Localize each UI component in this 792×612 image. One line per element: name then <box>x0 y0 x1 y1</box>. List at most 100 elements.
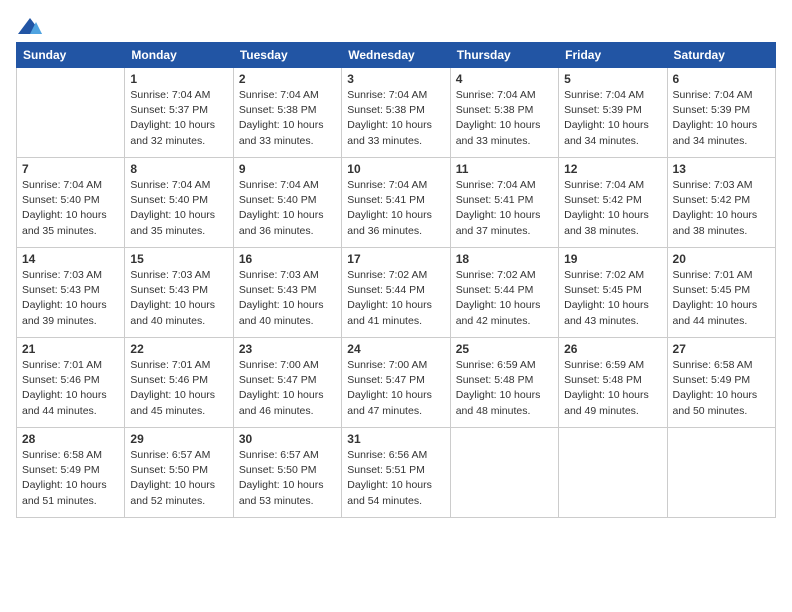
day-info: Sunrise: 7:00 AMSunset: 5:47 PMDaylight:… <box>239 358 336 419</box>
calendar-cell: 16 Sunrise: 7:03 AMSunset: 5:43 PMDayligh… <box>233 248 341 338</box>
day-info: Sunrise: 7:01 AMSunset: 5:46 PMDaylight:… <box>22 358 119 419</box>
day-number: 7 <box>22 162 119 176</box>
calendar-cell: 18 Sunrise: 7:02 AMSunset: 5:44 PMDayligh… <box>450 248 558 338</box>
weekday-header: Monday <box>125 43 233 68</box>
calendar-cell <box>17 68 125 158</box>
day-number: 20 <box>673 252 770 266</box>
calendar-cell: 7 Sunrise: 7:04 AMSunset: 5:40 PMDaylight… <box>17 158 125 248</box>
day-number: 13 <box>673 162 770 176</box>
day-number: 8 <box>130 162 227 176</box>
calendar-cell: 21 Sunrise: 7:01 AMSunset: 5:46 PMDayligh… <box>17 338 125 428</box>
calendar-cell: 25 Sunrise: 6:59 AMSunset: 5:48 PMDayligh… <box>450 338 558 428</box>
day-number: 5 <box>564 72 661 86</box>
calendar-cell: 23 Sunrise: 7:00 AMSunset: 5:47 PMDayligh… <box>233 338 341 428</box>
day-number: 23 <box>239 342 336 356</box>
calendar-cell: 3Sunrise: 7:04 AMSunset: 5:38 PMDaylight… <box>342 68 450 158</box>
day-number: 10 <box>347 162 444 176</box>
day-number: 9 <box>239 162 336 176</box>
calendar-cell <box>450 428 558 518</box>
logo-icon <box>16 16 44 38</box>
day-info: Sunrise: 7:04 AMSunset: 5:42 PMDaylight:… <box>564 178 661 239</box>
calendar-cell: 20 Sunrise: 7:01 AMSunset: 5:45 PMDayligh… <box>667 248 775 338</box>
day-info: Sunrise: 7:01 AMSunset: 5:46 PMDaylight:… <box>130 358 227 419</box>
day-number: 16 <box>239 252 336 266</box>
calendar-cell: 17Sunrise: 7:02 AMSunset: 5:44 PMDayligh… <box>342 248 450 338</box>
calendar-cell: 15 Sunrise: 7:03 AMSunset: 5:43 PMDayligh… <box>125 248 233 338</box>
day-info: Sunrise: 7:04 AMSunset: 5:41 PMDaylight:… <box>347 178 444 239</box>
day-number: 4 <box>456 72 553 86</box>
day-number: 6 <box>673 72 770 86</box>
day-number: 28 <box>22 432 119 446</box>
day-number: 19 <box>564 252 661 266</box>
weekday-header-row: SundayMondayTuesdayWednesdayThursdayFrid… <box>17 43 776 68</box>
calendar-week-row: 14 Sunrise: 7:03 AMSunset: 5:43 PMDayligh… <box>17 248 776 338</box>
day-number: 1 <box>130 72 227 86</box>
calendar-cell: 12 Sunrise: 7:04 AMSunset: 5:42 PMDayligh… <box>559 158 667 248</box>
weekday-header: Thursday <box>450 43 558 68</box>
day-number: 30 <box>239 432 336 446</box>
calendar-cell: 2Sunrise: 7:04 AMSunset: 5:38 PMDaylight… <box>233 68 341 158</box>
day-info: Sunrise: 7:01 AMSunset: 5:45 PMDaylight:… <box>673 268 770 329</box>
logo <box>16 16 48 38</box>
day-info: Sunrise: 7:04 AMSunset: 5:37 PMDaylight:… <box>130 88 227 149</box>
day-info: Sunrise: 7:04 AMSunset: 5:40 PMDaylight:… <box>130 178 227 239</box>
day-info: Sunrise: 6:56 AMSunset: 5:51 PMDaylight:… <box>347 448 444 509</box>
weekday-header: Saturday <box>667 43 775 68</box>
calendar-cell: 13 Sunrise: 7:03 AMSunset: 5:42 PMDayligh… <box>667 158 775 248</box>
day-info: Sunrise: 6:57 AMSunset: 5:50 PMDaylight:… <box>130 448 227 509</box>
day-number: 15 <box>130 252 227 266</box>
day-number: 31 <box>347 432 444 446</box>
day-info: Sunrise: 7:04 AMSunset: 5:38 PMDaylight:… <box>239 88 336 149</box>
day-number: 27 <box>673 342 770 356</box>
calendar-cell: 9 Sunrise: 7:04 AMSunset: 5:40 PMDaylight… <box>233 158 341 248</box>
day-info: Sunrise: 7:04 AMSunset: 5:39 PMDaylight:… <box>564 88 661 149</box>
calendar-week-row: 1 Sunrise: 7:04 AMSunset: 5:37 PMDaylight… <box>17 68 776 158</box>
calendar-cell: 4Sunrise: 7:04 AMSunset: 5:38 PMDaylight… <box>450 68 558 158</box>
calendar-cell: 5 Sunrise: 7:04 AMSunset: 5:39 PMDaylight… <box>559 68 667 158</box>
calendar-cell: 11Sunrise: 7:04 AMSunset: 5:41 PMDayligh… <box>450 158 558 248</box>
calendar-cell: 14 Sunrise: 7:03 AMSunset: 5:43 PMDayligh… <box>17 248 125 338</box>
day-info: Sunrise: 6:59 AMSunset: 5:48 PMDaylight:… <box>456 358 553 419</box>
weekday-header: Tuesday <box>233 43 341 68</box>
day-number: 29 <box>130 432 227 446</box>
day-info: Sunrise: 7:02 AMSunset: 5:45 PMDaylight:… <box>564 268 661 329</box>
calendar-week-row: 21 Sunrise: 7:01 AMSunset: 5:46 PMDayligh… <box>17 338 776 428</box>
day-info: Sunrise: 7:04 AMSunset: 5:41 PMDaylight:… <box>456 178 553 239</box>
calendar-cell: 28 Sunrise: 6:58 AMSunset: 5:49 PMDayligh… <box>17 428 125 518</box>
calendar-cell: 19 Sunrise: 7:02 AMSunset: 5:45 PMDayligh… <box>559 248 667 338</box>
calendar-cell: 31 Sunrise: 6:56 AMSunset: 5:51 PMDayligh… <box>342 428 450 518</box>
day-info: Sunrise: 7:03 AMSunset: 5:43 PMDaylight:… <box>239 268 336 329</box>
day-number: 21 <box>22 342 119 356</box>
calendar-cell: 30Sunrise: 6:57 AMSunset: 5:50 PMDayligh… <box>233 428 341 518</box>
calendar-cell: 26 Sunrise: 6:59 AMSunset: 5:48 PMDayligh… <box>559 338 667 428</box>
calendar-cell: 22Sunrise: 7:01 AMSunset: 5:46 PMDayligh… <box>125 338 233 428</box>
calendar-table: SundayMondayTuesdayWednesdayThursdayFrid… <box>16 42 776 518</box>
day-number: 25 <box>456 342 553 356</box>
day-info: Sunrise: 7:03 AMSunset: 5:42 PMDaylight:… <box>673 178 770 239</box>
day-number: 12 <box>564 162 661 176</box>
day-info: Sunrise: 6:58 AMSunset: 5:49 PMDaylight:… <box>22 448 119 509</box>
day-info: Sunrise: 7:03 AMSunset: 5:43 PMDaylight:… <box>130 268 227 329</box>
day-info: Sunrise: 6:59 AMSunset: 5:48 PMDaylight:… <box>564 358 661 419</box>
weekday-header: Sunday <box>17 43 125 68</box>
day-number: 3 <box>347 72 444 86</box>
calendar-cell: 10 Sunrise: 7:04 AMSunset: 5:41 PMDayligh… <box>342 158 450 248</box>
calendar-cell <box>559 428 667 518</box>
day-info: Sunrise: 7:03 AMSunset: 5:43 PMDaylight:… <box>22 268 119 329</box>
day-info: Sunrise: 6:58 AMSunset: 5:49 PMDaylight:… <box>673 358 770 419</box>
weekday-header: Friday <box>559 43 667 68</box>
day-number: 24 <box>347 342 444 356</box>
day-info: Sunrise: 7:02 AMSunset: 5:44 PMDaylight:… <box>347 268 444 329</box>
page-header <box>16 16 776 38</box>
calendar-cell: 27 Sunrise: 6:58 AMSunset: 5:49 PMDayligh… <box>667 338 775 428</box>
day-info: Sunrise: 7:04 AMSunset: 5:40 PMDaylight:… <box>22 178 119 239</box>
calendar-cell: 29 Sunrise: 6:57 AMSunset: 5:50 PMDayligh… <box>125 428 233 518</box>
calendar-week-row: 28 Sunrise: 6:58 AMSunset: 5:49 PMDayligh… <box>17 428 776 518</box>
day-info: Sunrise: 7:04 AMSunset: 5:40 PMDaylight:… <box>239 178 336 239</box>
calendar-cell: 6Sunrise: 7:04 AMSunset: 5:39 PMDaylight… <box>667 68 775 158</box>
calendar-week-row: 7 Sunrise: 7:04 AMSunset: 5:40 PMDaylight… <box>17 158 776 248</box>
day-number: 26 <box>564 342 661 356</box>
day-number: 14 <box>22 252 119 266</box>
day-info: Sunrise: 7:02 AMSunset: 5:44 PMDaylight:… <box>456 268 553 329</box>
day-number: 18 <box>456 252 553 266</box>
